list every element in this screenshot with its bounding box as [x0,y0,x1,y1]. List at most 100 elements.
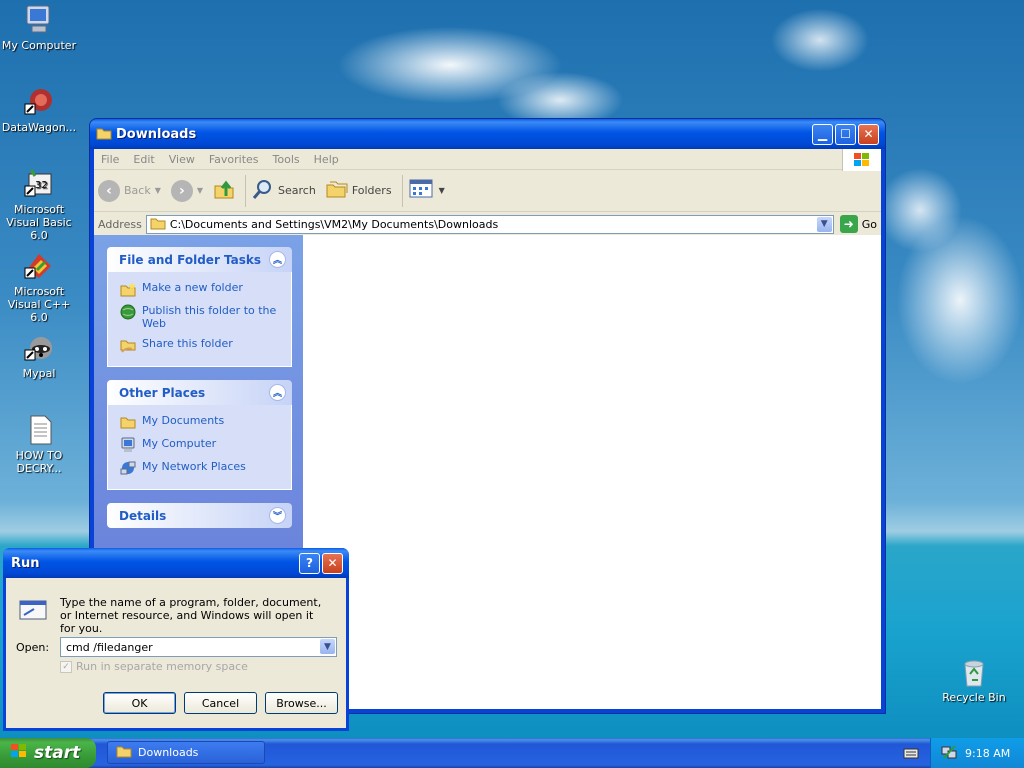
search-label: Search [278,184,316,197]
minimize-button[interactable]: ▁ [812,123,833,145]
explorer-title-bar[interactable]: Downloads ▁ ☐ ✕ [90,119,885,149]
globe-icon [120,304,136,320]
address-input[interactable]: C:\Documents and Settings\VM2\My Documen… [145,214,834,234]
forward-dropdown-icon: ▼ [196,186,204,195]
raccoon-icon [23,332,55,364]
menu-file[interactable]: File [94,153,126,166]
chevron-down-icon: ▼ [324,641,331,652]
desktop-icon-recycle-bin[interactable]: Recycle Bin [932,656,1016,704]
ok-button[interactable]: OK [103,692,176,714]
desktop-icon-my-computer[interactable]: My Computer [0,4,81,52]
expand-icon[interactable]: ︾ [269,507,286,524]
back-dropdown-icon: ▼ [154,186,161,195]
run-title-bar[interactable]: Run ? ✕ [3,548,349,578]
menu-favorites[interactable]: Favorites [202,153,266,166]
panel-title: File and Folder Tasks [119,252,262,267]
close-button[interactable]: ✕ [858,123,879,145]
folders-icon [326,178,348,203]
open-input-value: cmd /filedanger [66,640,153,654]
help-icon: ? [306,556,313,570]
back-label: Back [124,184,151,197]
run-description: Type the name of a program, folder, docu… [60,596,322,635]
details-header[interactable]: Details ︾ [107,503,292,528]
run-dialog[interactable]: Run ? ✕ Type the name of a program, fold… [3,548,349,731]
menu-help[interactable]: Help [307,153,346,166]
file-list-area[interactable] [303,235,881,709]
panel-title: Other Places [119,385,206,400]
open-dropdown-button[interactable]: ▼ [320,639,335,654]
separate-memory-checkbox[interactable]: ✓ [60,660,72,673]
place-my-computer[interactable]: My Computer [120,437,283,453]
cancel-button[interactable]: Cancel [184,692,257,714]
views-dropdown-icon: ▼ [438,186,445,195]
other-places-panel: Other Places ︽ My Documents My Computer [107,380,292,490]
address-label: Address [98,217,142,231]
desktop-icon-text-file[interactable]: HOW TO DECRY... [0,414,81,475]
folder-icon [116,744,132,761]
go-label: Go [861,217,877,231]
visual-basic-icon: 32 [23,168,55,200]
close-button[interactable]: ✕ [322,552,343,574]
file-folder-tasks-header[interactable]: File and Folder Tasks ︽ [107,247,292,272]
task-label: Share this folder [142,337,233,350]
close-icon: ✕ [863,127,874,141]
chevron-down-icon: ▼ [820,219,828,229]
place-label: My Network Places [142,460,246,473]
up-folder-icon [213,178,235,203]
computer-icon [120,437,136,453]
go-button[interactable]: ➜ Go [839,215,877,233]
menu-tools[interactable]: Tools [266,153,307,166]
maximize-button[interactable]: ☐ [835,123,856,145]
panel-title: Details [119,508,167,523]
collapse-icon[interactable]: ︽ [269,251,286,268]
desktop-icon-visual-basic[interactable]: 32 Microsoft Visual Basic 6.0 [0,168,81,242]
toolbar: ‹ Back ▼ › ▼ Search Folders ▼ [94,170,881,212]
views-button[interactable]: ▼ [409,179,445,202]
maximize-icon: ☐ [840,127,851,141]
recycle-bin-icon [958,656,990,688]
collapse-icon[interactable]: ︽ [269,384,286,401]
keyboard-icon[interactable] [903,745,919,759]
open-label: Open: [16,641,50,654]
close-icon: ✕ [327,556,338,570]
folders-button[interactable]: Folders [326,178,392,203]
desktop-icon-visual-cpp[interactable]: Microsoft Visual C++ 6.0 [0,250,81,324]
browse-button[interactable]: Browse... [265,692,338,714]
search-button[interactable]: Search [252,178,316,203]
toolbar-separator [245,174,247,207]
file-folder-tasks-panel: File and Folder Tasks ︽ Make a new folde… [107,247,292,367]
desktop-icon-datawagon[interactable]: DataWagon... [0,86,81,134]
views-icon [409,179,435,202]
windows-logo-icon [842,149,881,171]
menu-edit[interactable]: Edit [126,153,161,166]
other-places-header[interactable]: Other Places ︽ [107,380,292,405]
network-tray-icon[interactable] [941,744,957,763]
desktop-icon-mypal[interactable]: Mypal [0,332,81,380]
open-input[interactable]: cmd /filedanger ▼ [60,637,337,657]
place-my-network-places[interactable]: My Network Places [120,460,283,476]
start-button[interactable]: start [0,738,96,768]
task-share-folder[interactable]: Share this folder [120,337,283,353]
svg-text:32: 32 [35,180,48,191]
menu-view[interactable]: View [162,153,202,166]
taskbar-window-downloads[interactable]: Downloads [107,741,265,764]
search-icon [252,178,274,203]
computer-icon [23,4,55,36]
separate-memory-option: ✓ Run in separate memory space [60,660,248,673]
place-my-documents[interactable]: My Documents [120,414,283,430]
run-icon [18,598,50,622]
clock[interactable]: 9:18 AM [965,747,1010,760]
task-publish-to-web[interactable]: Publish this folder to the Web [120,304,283,330]
help-button[interactable]: ? [299,552,320,574]
window-title: Downloads [116,126,197,142]
forward-button[interactable]: › ▼ [170,179,204,202]
taskbar: start Downloads 9:18 AM [0,738,1024,768]
start-label: start [34,743,81,763]
address-value: C:\Documents and Settings\VM2\My Documen… [169,217,499,231]
back-button[interactable]: ‹ Back ▼ [98,179,161,202]
folder-icon [120,414,136,430]
task-make-new-folder[interactable]: Make a new folder [120,281,283,297]
up-folder-button[interactable] [213,178,235,203]
network-icon [120,460,136,476]
address-dropdown-button[interactable]: ▼ [816,216,832,232]
